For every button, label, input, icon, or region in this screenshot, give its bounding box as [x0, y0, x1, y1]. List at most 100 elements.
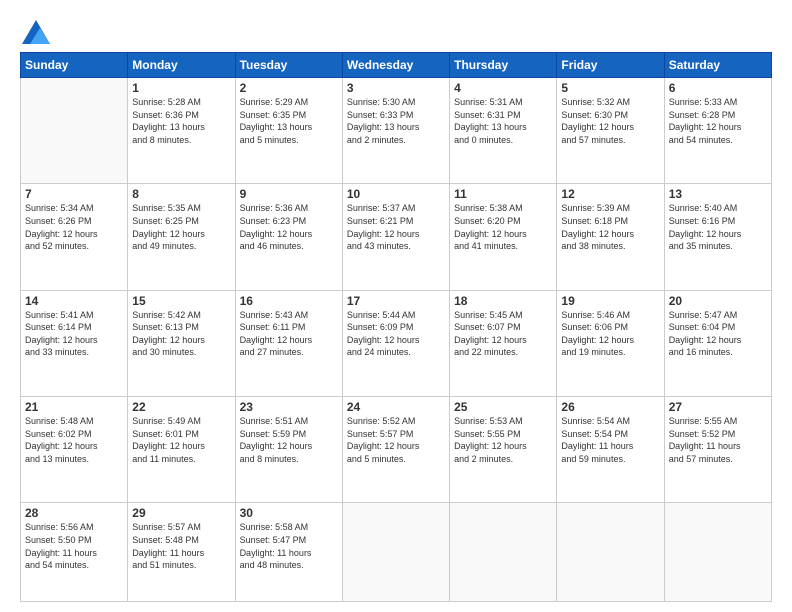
cell-info: Sunrise: 5:57 AM Sunset: 5:48 PM Dayligh…: [132, 521, 230, 571]
cell-info: Sunrise: 5:54 AM Sunset: 5:54 PM Dayligh…: [561, 415, 659, 465]
calendar-cell: 14Sunrise: 5:41 AM Sunset: 6:14 PM Dayli…: [21, 290, 128, 396]
day-number: 27: [669, 400, 767, 414]
calendar-cell: 23Sunrise: 5:51 AM Sunset: 5:59 PM Dayli…: [235, 396, 342, 502]
day-number: 29: [132, 506, 230, 520]
day-number: 24: [347, 400, 445, 414]
day-number: 3: [347, 81, 445, 95]
day-number: 7: [25, 187, 123, 201]
day-number: 18: [454, 294, 552, 308]
week-row-1: 1Sunrise: 5:28 AM Sunset: 6:36 PM Daylig…: [21, 78, 772, 184]
day-number: 9: [240, 187, 338, 201]
day-number: 28: [25, 506, 123, 520]
logo: [20, 16, 50, 44]
week-row-4: 21Sunrise: 5:48 AM Sunset: 6:02 PM Dayli…: [21, 396, 772, 502]
weekday-header-friday: Friday: [557, 53, 664, 78]
cell-info: Sunrise: 5:46 AM Sunset: 6:06 PM Dayligh…: [561, 309, 659, 359]
cell-info: Sunrise: 5:28 AM Sunset: 6:36 PM Dayligh…: [132, 96, 230, 146]
day-number: 25: [454, 400, 552, 414]
cell-info: Sunrise: 5:29 AM Sunset: 6:35 PM Dayligh…: [240, 96, 338, 146]
calendar-cell: 27Sunrise: 5:55 AM Sunset: 5:52 PM Dayli…: [664, 396, 771, 502]
calendar-cell: 6Sunrise: 5:33 AM Sunset: 6:28 PM Daylig…: [664, 78, 771, 184]
calendar-cell: 9Sunrise: 5:36 AM Sunset: 6:23 PM Daylig…: [235, 184, 342, 290]
cell-info: Sunrise: 5:35 AM Sunset: 6:25 PM Dayligh…: [132, 202, 230, 252]
calendar-cell: 22Sunrise: 5:49 AM Sunset: 6:01 PM Dayli…: [128, 396, 235, 502]
day-number: 5: [561, 81, 659, 95]
page: SundayMondayTuesdayWednesdayThursdayFrid…: [0, 0, 792, 612]
cell-info: Sunrise: 5:47 AM Sunset: 6:04 PM Dayligh…: [669, 309, 767, 359]
weekday-header-tuesday: Tuesday: [235, 53, 342, 78]
day-number: 13: [669, 187, 767, 201]
day-number: 2: [240, 81, 338, 95]
calendar-cell: 17Sunrise: 5:44 AM Sunset: 6:09 PM Dayli…: [342, 290, 449, 396]
day-number: 12: [561, 187, 659, 201]
cell-info: Sunrise: 5:51 AM Sunset: 5:59 PM Dayligh…: [240, 415, 338, 465]
calendar-cell: [21, 78, 128, 184]
cell-info: Sunrise: 5:55 AM Sunset: 5:52 PM Dayligh…: [669, 415, 767, 465]
cell-info: Sunrise: 5:41 AM Sunset: 6:14 PM Dayligh…: [25, 309, 123, 359]
calendar-cell: 4Sunrise: 5:31 AM Sunset: 6:31 PM Daylig…: [450, 78, 557, 184]
cell-info: Sunrise: 5:44 AM Sunset: 6:09 PM Dayligh…: [347, 309, 445, 359]
cell-info: Sunrise: 5:36 AM Sunset: 6:23 PM Dayligh…: [240, 202, 338, 252]
calendar-cell: [450, 503, 557, 602]
day-number: 8: [132, 187, 230, 201]
day-number: 16: [240, 294, 338, 308]
cell-info: Sunrise: 5:52 AM Sunset: 5:57 PM Dayligh…: [347, 415, 445, 465]
day-number: 17: [347, 294, 445, 308]
day-number: 26: [561, 400, 659, 414]
calendar-cell: 5Sunrise: 5:32 AM Sunset: 6:30 PM Daylig…: [557, 78, 664, 184]
calendar-cell: 2Sunrise: 5:29 AM Sunset: 6:35 PM Daylig…: [235, 78, 342, 184]
cell-info: Sunrise: 5:58 AM Sunset: 5:47 PM Dayligh…: [240, 521, 338, 571]
day-number: 21: [25, 400, 123, 414]
day-number: 1: [132, 81, 230, 95]
day-number: 15: [132, 294, 230, 308]
calendar-cell: 26Sunrise: 5:54 AM Sunset: 5:54 PM Dayli…: [557, 396, 664, 502]
weekday-header-row: SundayMondayTuesdayWednesdayThursdayFrid…: [21, 53, 772, 78]
weekday-header-saturday: Saturday: [664, 53, 771, 78]
cell-info: Sunrise: 5:31 AM Sunset: 6:31 PM Dayligh…: [454, 96, 552, 146]
calendar-cell: 15Sunrise: 5:42 AM Sunset: 6:13 PM Dayli…: [128, 290, 235, 396]
calendar-cell: 1Sunrise: 5:28 AM Sunset: 6:36 PM Daylig…: [128, 78, 235, 184]
cell-info: Sunrise: 5:39 AM Sunset: 6:18 PM Dayligh…: [561, 202, 659, 252]
cell-info: Sunrise: 5:53 AM Sunset: 5:55 PM Dayligh…: [454, 415, 552, 465]
logo-icon: [22, 16, 50, 44]
calendar-cell: [557, 503, 664, 602]
calendar-cell: 20Sunrise: 5:47 AM Sunset: 6:04 PM Dayli…: [664, 290, 771, 396]
cell-info: Sunrise: 5:43 AM Sunset: 6:11 PM Dayligh…: [240, 309, 338, 359]
day-number: 6: [669, 81, 767, 95]
day-number: 22: [132, 400, 230, 414]
weekday-header-thursday: Thursday: [450, 53, 557, 78]
day-number: 4: [454, 81, 552, 95]
week-row-3: 14Sunrise: 5:41 AM Sunset: 6:14 PM Dayli…: [21, 290, 772, 396]
calendar-cell: 25Sunrise: 5:53 AM Sunset: 5:55 PM Dayli…: [450, 396, 557, 502]
calendar-cell: 24Sunrise: 5:52 AM Sunset: 5:57 PM Dayli…: [342, 396, 449, 502]
day-number: 20: [669, 294, 767, 308]
calendar-cell: 16Sunrise: 5:43 AM Sunset: 6:11 PM Dayli…: [235, 290, 342, 396]
week-row-5: 28Sunrise: 5:56 AM Sunset: 5:50 PM Dayli…: [21, 503, 772, 602]
calendar-cell: 10Sunrise: 5:37 AM Sunset: 6:21 PM Dayli…: [342, 184, 449, 290]
calendar-cell: 29Sunrise: 5:57 AM Sunset: 5:48 PM Dayli…: [128, 503, 235, 602]
calendar-cell: 21Sunrise: 5:48 AM Sunset: 6:02 PM Dayli…: [21, 396, 128, 502]
calendar-cell: 8Sunrise: 5:35 AM Sunset: 6:25 PM Daylig…: [128, 184, 235, 290]
cell-info: Sunrise: 5:48 AM Sunset: 6:02 PM Dayligh…: [25, 415, 123, 465]
cell-info: Sunrise: 5:37 AM Sunset: 6:21 PM Dayligh…: [347, 202, 445, 252]
day-number: 14: [25, 294, 123, 308]
calendar-cell: 12Sunrise: 5:39 AM Sunset: 6:18 PM Dayli…: [557, 184, 664, 290]
weekday-header-wednesday: Wednesday: [342, 53, 449, 78]
day-number: 23: [240, 400, 338, 414]
day-number: 19: [561, 294, 659, 308]
calendar-cell: 13Sunrise: 5:40 AM Sunset: 6:16 PM Dayli…: [664, 184, 771, 290]
cell-info: Sunrise: 5:32 AM Sunset: 6:30 PM Dayligh…: [561, 96, 659, 146]
calendar-cell: 28Sunrise: 5:56 AM Sunset: 5:50 PM Dayli…: [21, 503, 128, 602]
cell-info: Sunrise: 5:38 AM Sunset: 6:20 PM Dayligh…: [454, 202, 552, 252]
calendar-cell: 30Sunrise: 5:58 AM Sunset: 5:47 PM Dayli…: [235, 503, 342, 602]
cell-info: Sunrise: 5:42 AM Sunset: 6:13 PM Dayligh…: [132, 309, 230, 359]
cell-info: Sunrise: 5:49 AM Sunset: 6:01 PM Dayligh…: [132, 415, 230, 465]
cell-info: Sunrise: 5:56 AM Sunset: 5:50 PM Dayligh…: [25, 521, 123, 571]
calendar-cell: 3Sunrise: 5:30 AM Sunset: 6:33 PM Daylig…: [342, 78, 449, 184]
cell-info: Sunrise: 5:45 AM Sunset: 6:07 PM Dayligh…: [454, 309, 552, 359]
weekday-header-monday: Monday: [128, 53, 235, 78]
cell-info: Sunrise: 5:30 AM Sunset: 6:33 PM Dayligh…: [347, 96, 445, 146]
day-number: 10: [347, 187, 445, 201]
cell-info: Sunrise: 5:33 AM Sunset: 6:28 PM Dayligh…: [669, 96, 767, 146]
calendar-cell: 19Sunrise: 5:46 AM Sunset: 6:06 PM Dayli…: [557, 290, 664, 396]
